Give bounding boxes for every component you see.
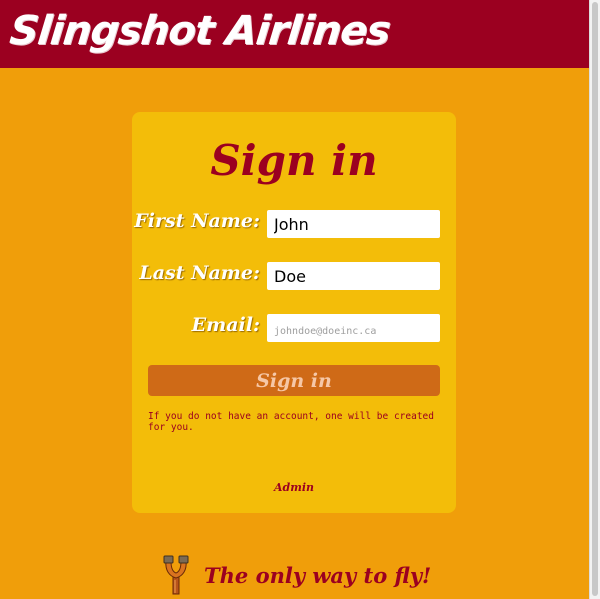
scrollbar[interactable]: [589, 0, 600, 599]
admin-link[interactable]: Admin: [132, 481, 456, 494]
account-note: If you do not have an account, one will …: [148, 411, 434, 433]
slingshot-icon: [163, 555, 189, 595]
last-name-label: Last Name:: [139, 262, 260, 284]
site-header: Slingshot Airlines: [0, 0, 590, 68]
last-name-input[interactable]: [267, 262, 440, 290]
signin-button[interactable]: Sign in: [148, 365, 440, 396]
scrollbar-thumb[interactable]: [592, 2, 598, 596]
site-logo[interactable]: Slingshot Airlines: [8, 8, 392, 54]
tagline: The only way to fly!: [204, 563, 432, 588]
first-name-input[interactable]: [267, 210, 440, 238]
email-input[interactable]: [267, 314, 440, 342]
first-name-label: First Name:: [134, 210, 260, 232]
email-label: Email:: [191, 314, 260, 336]
signin-title: Sign in: [210, 136, 378, 185]
footer: The only way to fly!: [160, 555, 450, 595]
page: Slingshot Airlines Sign in First Name: L…: [0, 0, 600, 599]
signin-card: Sign in First Name: Last Name: Email: Si…: [132, 112, 456, 513]
